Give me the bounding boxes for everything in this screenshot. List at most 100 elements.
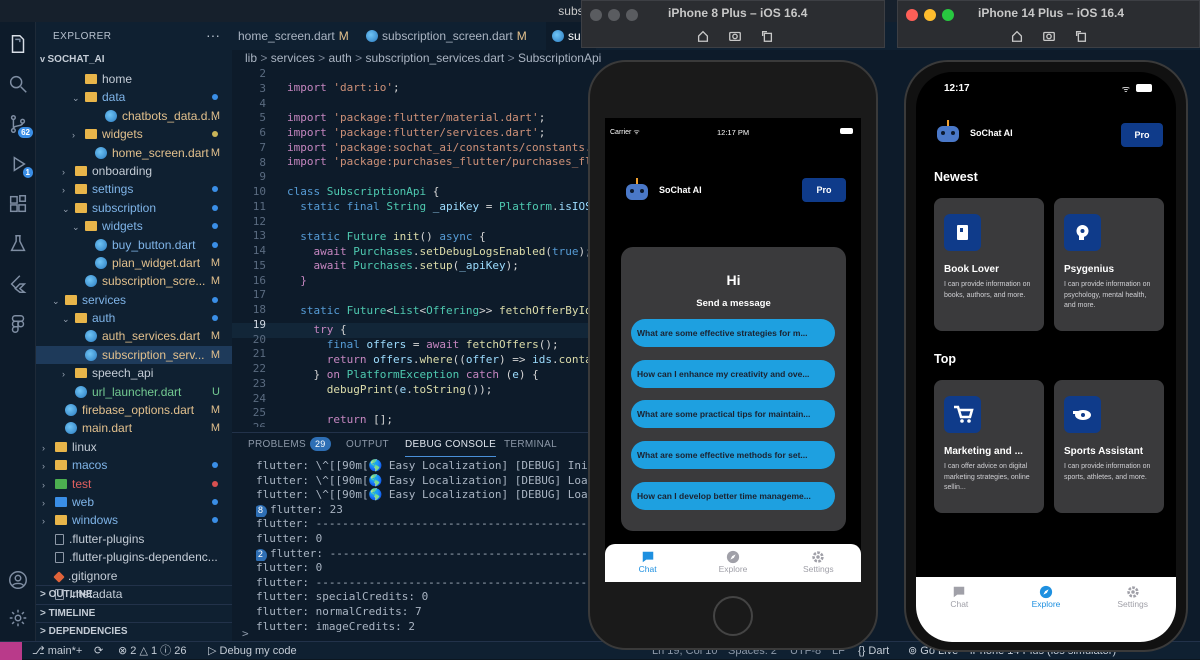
tab-output[interactable]: OUTPUT: [346, 433, 389, 457]
tree-item[interactable]: .flutter-plugins: [36, 530, 232, 548]
tab-debug-console[interactable]: DEBUG CONSOLE: [405, 433, 497, 457]
suggestion-pill[interactable]: What are some effective strategies for m…: [631, 319, 835, 347]
run-debug-icon[interactable]: 1: [0, 146, 36, 182]
pro-button[interactable]: Pro: [802, 178, 846, 202]
source-control-icon[interactable]: 62: [0, 106, 36, 142]
tab-problems[interactable]: PROBLEMS 29: [248, 433, 331, 457]
tree-item-label: speech_api: [92, 366, 154, 381]
breadcrumb-item[interactable]: services: [271, 51, 315, 65]
tree-item[interactable]: ⌄ widgets: [36, 217, 232, 235]
minimize-icon[interactable]: [608, 9, 620, 21]
tree-item[interactable]: auth_services.dart M: [36, 327, 232, 345]
tab-settings[interactable]: Settings: [776, 544, 861, 582]
tree-item[interactable]: firebase_options.dart M: [36, 401, 232, 419]
line-number: 18: [252, 303, 266, 316]
tree-item[interactable]: › onboarding: [36, 162, 232, 180]
tree-item[interactable]: main.dart M: [36, 419, 232, 437]
zoom-icon[interactable]: [626, 9, 638, 21]
debug-status[interactable]: ▷ Debug my code: [208, 642, 297, 660]
suggestion-pill[interactable]: What are some practical tips for maintai…: [631, 400, 835, 428]
breadcrumb-item[interactable]: auth: [328, 51, 351, 65]
close-icon[interactable]: [906, 9, 918, 21]
screenshot-icon[interactable]: [728, 29, 742, 43]
console-prompt[interactable]: >: [242, 627, 249, 640]
tree-item-label: subscription_scre...: [102, 274, 206, 289]
tree-item[interactable]: chatbots_data.d... M: [36, 107, 232, 125]
tab-home-screen[interactable]: home_screen.dart M: [232, 22, 358, 50]
tree-item[interactable]: subscription_serv... M: [36, 345, 232, 365]
bot-card[interactable]: Sports Assistant I can provide informati…: [1054, 380, 1164, 513]
tree-item[interactable]: ⌄ auth: [36, 309, 232, 327]
tree-item[interactable]: › speech_api: [36, 364, 232, 382]
explorer-more-icon[interactable]: ···: [206, 27, 220, 43]
tab-subscription-screen[interactable]: subscription_screen.dart M: [360, 22, 542, 50]
tree-item[interactable]: .gitignore: [36, 567, 232, 585]
timeline-section[interactable]: > TIMELINE: [36, 604, 232, 622]
tree-item[interactable]: › widgets: [36, 125, 232, 143]
dynamic-island: [1010, 80, 1082, 100]
remote-indicator[interactable]: [0, 642, 22, 660]
explorer-icon[interactable]: [0, 26, 36, 62]
flutter-icon[interactable]: [0, 266, 36, 302]
tree-item[interactable]: buy_button.dart: [36, 236, 232, 254]
tab-explore[interactable]: Explore: [1003, 577, 1090, 642]
code-editor[interactable]: 2 3 4 5 6 7 8 9 10 11 12 13 14 15 16 17 18 19 20 21 22 23 24 25…: [232, 67, 592, 427]
bot-card[interactable]: Psygenius I can provide information on p…: [1054, 198, 1164, 331]
sync-icon[interactable]: ⟳: [94, 642, 103, 660]
tree-item[interactable]: › web: [36, 493, 232, 511]
minimize-icon[interactable]: [924, 9, 936, 21]
language-mode[interactable]: {} Dart: [858, 642, 889, 660]
bot-card[interactable]: Book Lover I can provide information on …: [934, 198, 1044, 331]
branch-indicator[interactable]: ⎇ main*+: [32, 642, 82, 660]
tab-explore[interactable]: Explore: [690, 544, 775, 582]
close-icon[interactable]: [590, 9, 602, 21]
tree-item[interactable]: › linux: [36, 438, 232, 456]
tree-item[interactable]: home_screen.dart M: [36, 144, 232, 162]
breadcrumb-item[interactable]: SubscriptionApi: [518, 51, 601, 65]
suggestion-pill[interactable]: How can I enhance my creativity and ove.…: [631, 360, 835, 388]
tree-item[interactable]: ⌄ subscription: [36, 199, 232, 217]
rotate-icon[interactable]: [760, 29, 774, 43]
tab-chat[interactable]: Chat: [916, 577, 1003, 642]
timeline-label: TIMELINE: [48, 608, 96, 619]
home-icon[interactable]: [696, 29, 710, 43]
outline-section[interactable]: > OUTLINE: [36, 585, 232, 603]
tree-item[interactable]: ⌄ services: [36, 291, 232, 309]
figma-icon[interactable]: [0, 306, 36, 342]
breadcrumb-sep: >: [507, 51, 515, 65]
tree-item[interactable]: home: [36, 70, 232, 88]
settings-gear-icon[interactable]: [0, 600, 36, 636]
tree-item[interactable]: url_launcher.dart U: [36, 383, 232, 401]
explorer-root[interactable]: v SOCHAT_AI: [40, 54, 105, 65]
tree-item[interactable]: subscription_scre... M: [36, 272, 232, 290]
tree-item[interactable]: plan_widget.dart M: [36, 254, 232, 272]
breadcrumb-item[interactable]: lib: [245, 51, 257, 65]
zoom-icon[interactable]: [942, 9, 954, 21]
tree-item[interactable]: › windows: [36, 511, 232, 529]
dependencies-section[interactable]: > DEPENDENCIES: [36, 622, 232, 640]
tree-item[interactable]: › settings: [36, 180, 232, 198]
home-button[interactable]: [713, 596, 753, 636]
rotate-icon[interactable]: [1074, 29, 1088, 43]
breadcrumb-item[interactable]: subscription_services.dart: [366, 51, 505, 65]
pro-button[interactable]: Pro: [1121, 123, 1163, 147]
tree-item[interactable]: ⌄ data: [36, 88, 232, 106]
search-icon[interactable]: [0, 66, 36, 102]
suggestion-pill[interactable]: What are some effective methods for set.…: [631, 441, 835, 469]
problems-status[interactable]: ⊗ 2 △ 1 ⓘ 26: [118, 642, 186, 660]
suggestion-pill[interactable]: How can I develop better time manageme..…: [631, 482, 835, 510]
tree-item-label: subscription_serv...: [102, 347, 205, 362]
tab-settings[interactable]: Settings: [1089, 577, 1176, 642]
account-icon[interactable]: [0, 562, 36, 598]
tree-item[interactable]: › test: [36, 475, 232, 493]
bot-card[interactable]: Marketing and ... I can offer advice on …: [934, 380, 1044, 513]
screenshot-icon[interactable]: [1042, 29, 1056, 43]
extensions-icon[interactable]: [0, 186, 36, 222]
tab-chat[interactable]: Chat: [605, 544, 690, 582]
tree-item[interactable]: .flutter-plugins-dependenc...: [36, 548, 232, 566]
testing-icon[interactable]: [0, 226, 36, 262]
tab-terminal[interactable]: TERMINAL: [504, 433, 557, 457]
line-number: 11: [252, 199, 266, 213]
home-icon[interactable]: [1010, 29, 1024, 43]
tree-item[interactable]: › macos: [36, 456, 232, 474]
